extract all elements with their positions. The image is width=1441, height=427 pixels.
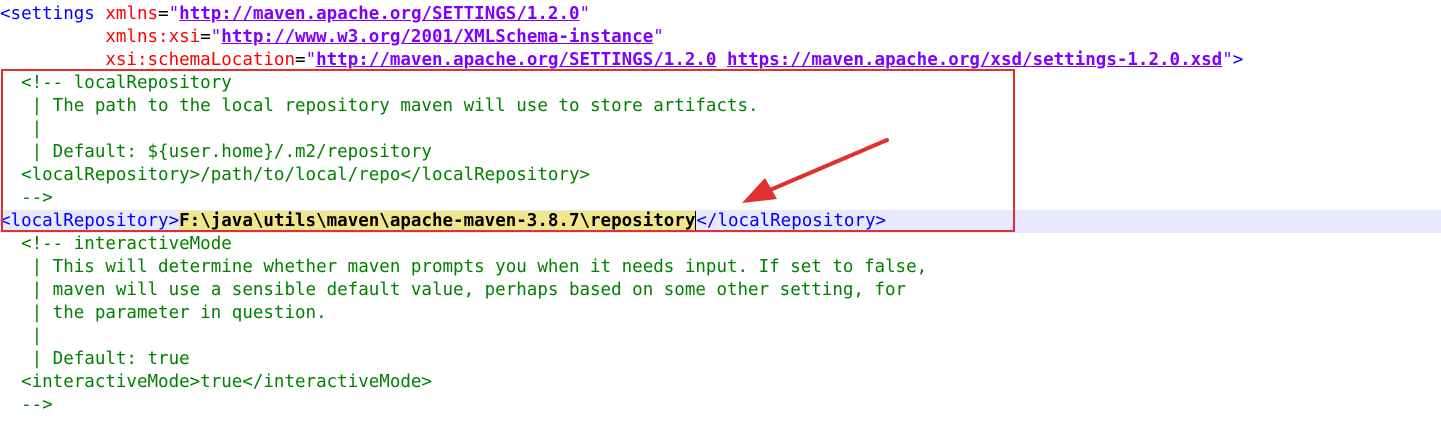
quote: " (653, 27, 664, 47)
code-line-13: | maven will use a sensible default valu… (0, 280, 907, 300)
code-line-9: --> (0, 188, 53, 208)
code-line-17: <interactiveMode>true</interactiveMode> (0, 372, 432, 392)
equals-sign: = (200, 27, 211, 47)
code-line-3: xsi:schemaLocation="http://maven.apache.… (0, 49, 1441, 72)
code-line-7: | Default: ${user.home}/.m2/repository (0, 142, 432, 162)
code-line-2: xmlns:xsi="http://www.w3.org/2001/XMLSch… (0, 26, 1441, 49)
local-repository-value[interactable]: F:\java\utils\maven\apache-maven-3.8.7\r… (179, 211, 696, 231)
xsd-url-link[interactable]: https://maven.apache.org/xsd/settings-1.… (727, 50, 1222, 70)
code-line-4: <!-- localRepository (0, 73, 232, 93)
settings-ns-url-link[interactable]: http://maven.apache.org/SETTINGS/1.2.0 (316, 50, 716, 70)
equals-sign: = (158, 4, 169, 24)
code-line-14: | the parameter in question. (0, 303, 327, 323)
code-line-18: --> (0, 395, 53, 415)
code-line-15: | (0, 326, 43, 346)
local-repository-close-tag: </localRepository> (696, 211, 887, 231)
quote: " (305, 50, 317, 70)
quote: " (579, 4, 591, 24)
quote: " (168, 4, 180, 24)
code-line-10-current[interactable]: <localRepository>F:\java\utils\maven\apa… (0, 210, 1441, 233)
code-line-8: <localRepository>/path/to/local/repo</lo… (0, 165, 591, 185)
xmlns-xsi-attr: xmlns:xsi (105, 27, 201, 47)
code-line-5: | The path to the local repository maven… (0, 96, 759, 116)
code-line-12: | This will determine whether maven prom… (0, 257, 928, 277)
settings-open-tag: <settings (0, 4, 95, 24)
tag-close: > (1232, 50, 1244, 70)
code-line-16: | Default: true (0, 349, 190, 369)
xsi-url-link[interactable]: http://www.w3.org/2001/XMLSchema-instanc… (221, 27, 653, 47)
xmlns-url-link[interactable]: http://maven.apache.org/SETTINGS/1.2.0 (179, 4, 579, 24)
schema-location-attr: xsi:schemaLocation (105, 50, 296, 70)
xml-code-editor[interactable]: <settings xmlns="http://maven.apache.org… (0, 0, 1441, 427)
quote: " (1222, 50, 1233, 70)
code-line-6: | (0, 119, 43, 139)
xmlns-attr: xmlns (105, 4, 159, 24)
code-line-1: <settings xmlns="http://maven.apache.org… (0, 3, 1441, 26)
local-repository-open-tag: <localRepository> (0, 211, 180, 231)
code-line-11: <!-- interactiveMode (0, 234, 232, 254)
equals-sign: = (295, 50, 306, 70)
quote: " (210, 27, 222, 47)
